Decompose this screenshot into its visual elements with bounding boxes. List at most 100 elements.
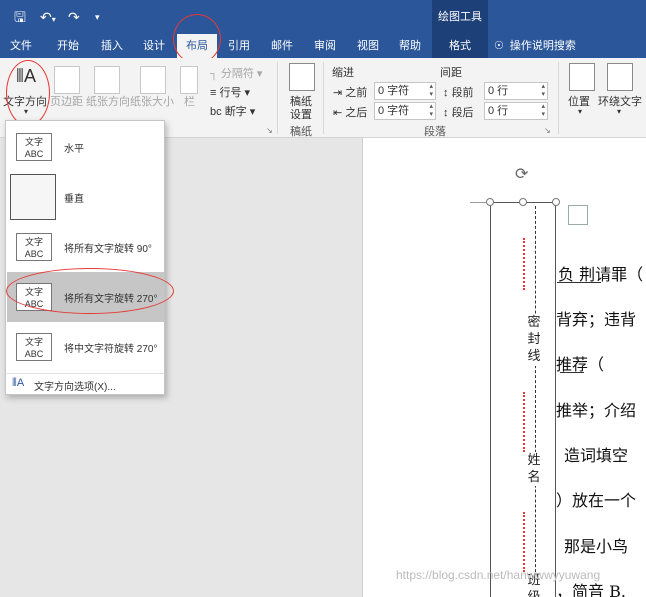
document-text-line: ）放在一个 (556, 491, 637, 510)
line-numbers-icon: ≡ (210, 87, 217, 99)
text-direction-options-icon: ⦀A (12, 377, 25, 389)
rotate-handle-icon[interactable]: ⟳ (515, 164, 528, 184)
menu-item-rotate-cjk-270[interactable]: 文字 ABC 将中文字符旋转 270° (7, 322, 164, 372)
text-underline (557, 282, 601, 283)
menu-item-horizontal[interactable]: 文字 ABC 水平 (7, 122, 164, 172)
lightbulb-icon: ☉ (494, 40, 504, 52)
paragraph-group-label: 段落 (424, 126, 446, 138)
text-rotate-cjk-270-icon: 文字 ABC (16, 333, 52, 361)
tab-layout[interactable]: 布局 (177, 34, 217, 58)
space-before-label: ↕ 段前 (443, 87, 474, 99)
chevron-down-icon: ▾ (617, 107, 622, 116)
text-rotate-90-icon: 文字 ABC (16, 233, 52, 261)
orientation-icon (94, 66, 120, 94)
spelling-mark (523, 392, 525, 452)
indent-left-icon: ⇥ (333, 87, 343, 99)
tab-insert[interactable]: 插入 (92, 34, 132, 58)
indent-right-icon: ⇤ (333, 107, 343, 119)
layout-options-icon[interactable] (568, 205, 588, 225)
seal-label-seal-line: 密封线 (526, 314, 542, 366)
chevron-down-icon: ▾ (24, 107, 29, 116)
separator (277, 62, 278, 134)
spelling-mark (523, 238, 525, 290)
save-icon[interactable]: 🖫 (14, 8, 26, 26)
tab-file[interactable]: 文件 (0, 34, 42, 58)
tab-references[interactable]: 引用 (219, 34, 259, 58)
menu-item-label: 将中文字符旋转 270° (64, 344, 158, 355)
menu-item-vertical[interactable]: 垂直 (7, 172, 164, 222)
size-icon (140, 66, 166, 94)
hyphenation-icon: bc (210, 106, 222, 118)
document-text-line: 造词填空 (564, 446, 629, 465)
separator (323, 62, 324, 134)
size-button[interactable]: 纸张大小 (130, 93, 174, 109)
indent-left-label: ⇥ 之前 (333, 87, 368, 99)
manuscript-label-2[interactable]: 设置 (290, 106, 312, 122)
breaks-button[interactable]: ┐ 分隔符 ▾ (210, 65, 262, 81)
redo-icon[interactable]: ↷ (68, 8, 80, 26)
breaks-icon: ┐ (210, 68, 218, 80)
undo-icon[interactable]: ↶▾ (40, 8, 56, 26)
space-before-input[interactable]: 0 行 ▴ ▾ (484, 82, 548, 100)
menu-item-label: 水平 (64, 144, 84, 155)
text-underline (560, 372, 584, 373)
wrap-text-icon (607, 63, 633, 91)
spelling-mark (523, 512, 525, 572)
drawing-tools-group-label: 绘图工具 (432, 0, 488, 34)
space-after-label: ↕ 段后 (443, 107, 474, 119)
text-horizontal-icon: 文字 ABC (16, 133, 52, 161)
title-bar: 🖫 ↶▾ ↷ ▾ 绘图工具 (0, 0, 646, 34)
text-direction-options-label: 文字方向选项(X)... (34, 382, 116, 393)
orientation-button[interactable]: 纸张方向 (86, 93, 130, 109)
tell-me-search[interactable]: ☉ 操作说明搜索 (494, 34, 644, 58)
page-setup-dialog-launcher[interactable]: ↘ (266, 126, 273, 135)
tell-me-label: 操作说明搜索 (509, 40, 576, 52)
menu-item-label: 垂直 (64, 194, 84, 205)
seal-label-name: 姓名 (526, 452, 542, 486)
text-vertical-icon (10, 174, 56, 220)
separator (558, 62, 559, 134)
ribbon-tabs: 文件 开始 插入 设计 布局 引用 邮件 审阅 视图 帮助 格式 ☉ 操作说明搜索 (0, 34, 646, 58)
columns-button[interactable]: 栏 (184, 93, 195, 109)
space-after-icon: ↕ (443, 107, 449, 119)
text-direction-options[interactable]: ⦀A 文字方向选项(X)... (7, 373, 164, 395)
columns-icon (180, 66, 198, 94)
space-after-input[interactable]: 0 行 ▴ ▾ (484, 102, 548, 120)
document-text-line: 那是小鸟 (564, 537, 629, 556)
hyphenation-button[interactable]: bc 断字 ▾ (210, 103, 255, 119)
indent-left-input[interactable]: 0 字符 ▴ ▾ (374, 82, 436, 100)
document-text-line: 背弃；违背 (556, 310, 637, 329)
text-direction-icon: ⦀A (16, 66, 36, 86)
menu-item-rotate-270[interactable]: 文字 ABC 将所有文字旋转 270° (7, 272, 164, 322)
indent-right-input[interactable]: 0 字符 ▴ ▾ (374, 102, 436, 120)
text-direction-menu: 文字 ABC 水平 垂直 文字 ABC 将所有文字旋转 90° 文字 ABC 将所有文… (5, 120, 165, 395)
tab-view[interactable]: 视图 (348, 34, 388, 58)
seal-dashed-line (535, 206, 536, 597)
indent-header: 缩进 (332, 67, 354, 79)
manuscript-icon (289, 63, 315, 91)
customize-qat-icon[interactable]: ▾ (95, 8, 100, 26)
resize-handle[interactable] (486, 198, 494, 206)
manuscript-group-label: 稿纸 (290, 126, 312, 138)
space-before-icon: ↕ (443, 87, 449, 99)
tab-help[interactable]: 帮助 (390, 34, 430, 58)
paragraph-dialog-launcher[interactable]: ↘ (544, 126, 551, 135)
line-numbers-button[interactable]: ≡ 行号 ▾ (210, 84, 250, 100)
watermark: https://blog.csdn.net/hanwwwyyuwang (396, 568, 601, 582)
tab-design[interactable]: 设计 (134, 34, 174, 58)
menu-item-label: 将所有文字旋转 270° (64, 294, 158, 305)
text-rotate-270-icon: 文字 ABC (16, 283, 52, 311)
tab-review[interactable]: 审阅 (305, 34, 345, 58)
spacing-header: 间距 (440, 67, 462, 79)
resize-handle[interactable] (552, 198, 560, 206)
menu-item-rotate-90[interactable]: 文字 ABC 将所有文字旋转 90° (7, 222, 164, 272)
tab-format[interactable]: 格式 (432, 34, 488, 58)
tab-home[interactable]: 开始 (48, 34, 88, 58)
tab-mailings[interactable]: 邮件 (262, 34, 302, 58)
position-icon (569, 63, 595, 91)
resize-handle[interactable] (519, 198, 527, 206)
margins-button[interactable]: 页边距 (50, 93, 83, 109)
document-text-line: 推举；介绍 (556, 401, 637, 420)
menu-item-label: 将所有文字旋转 90° (64, 244, 152, 255)
indent-right-label: ⇤ 之后 (333, 107, 368, 119)
